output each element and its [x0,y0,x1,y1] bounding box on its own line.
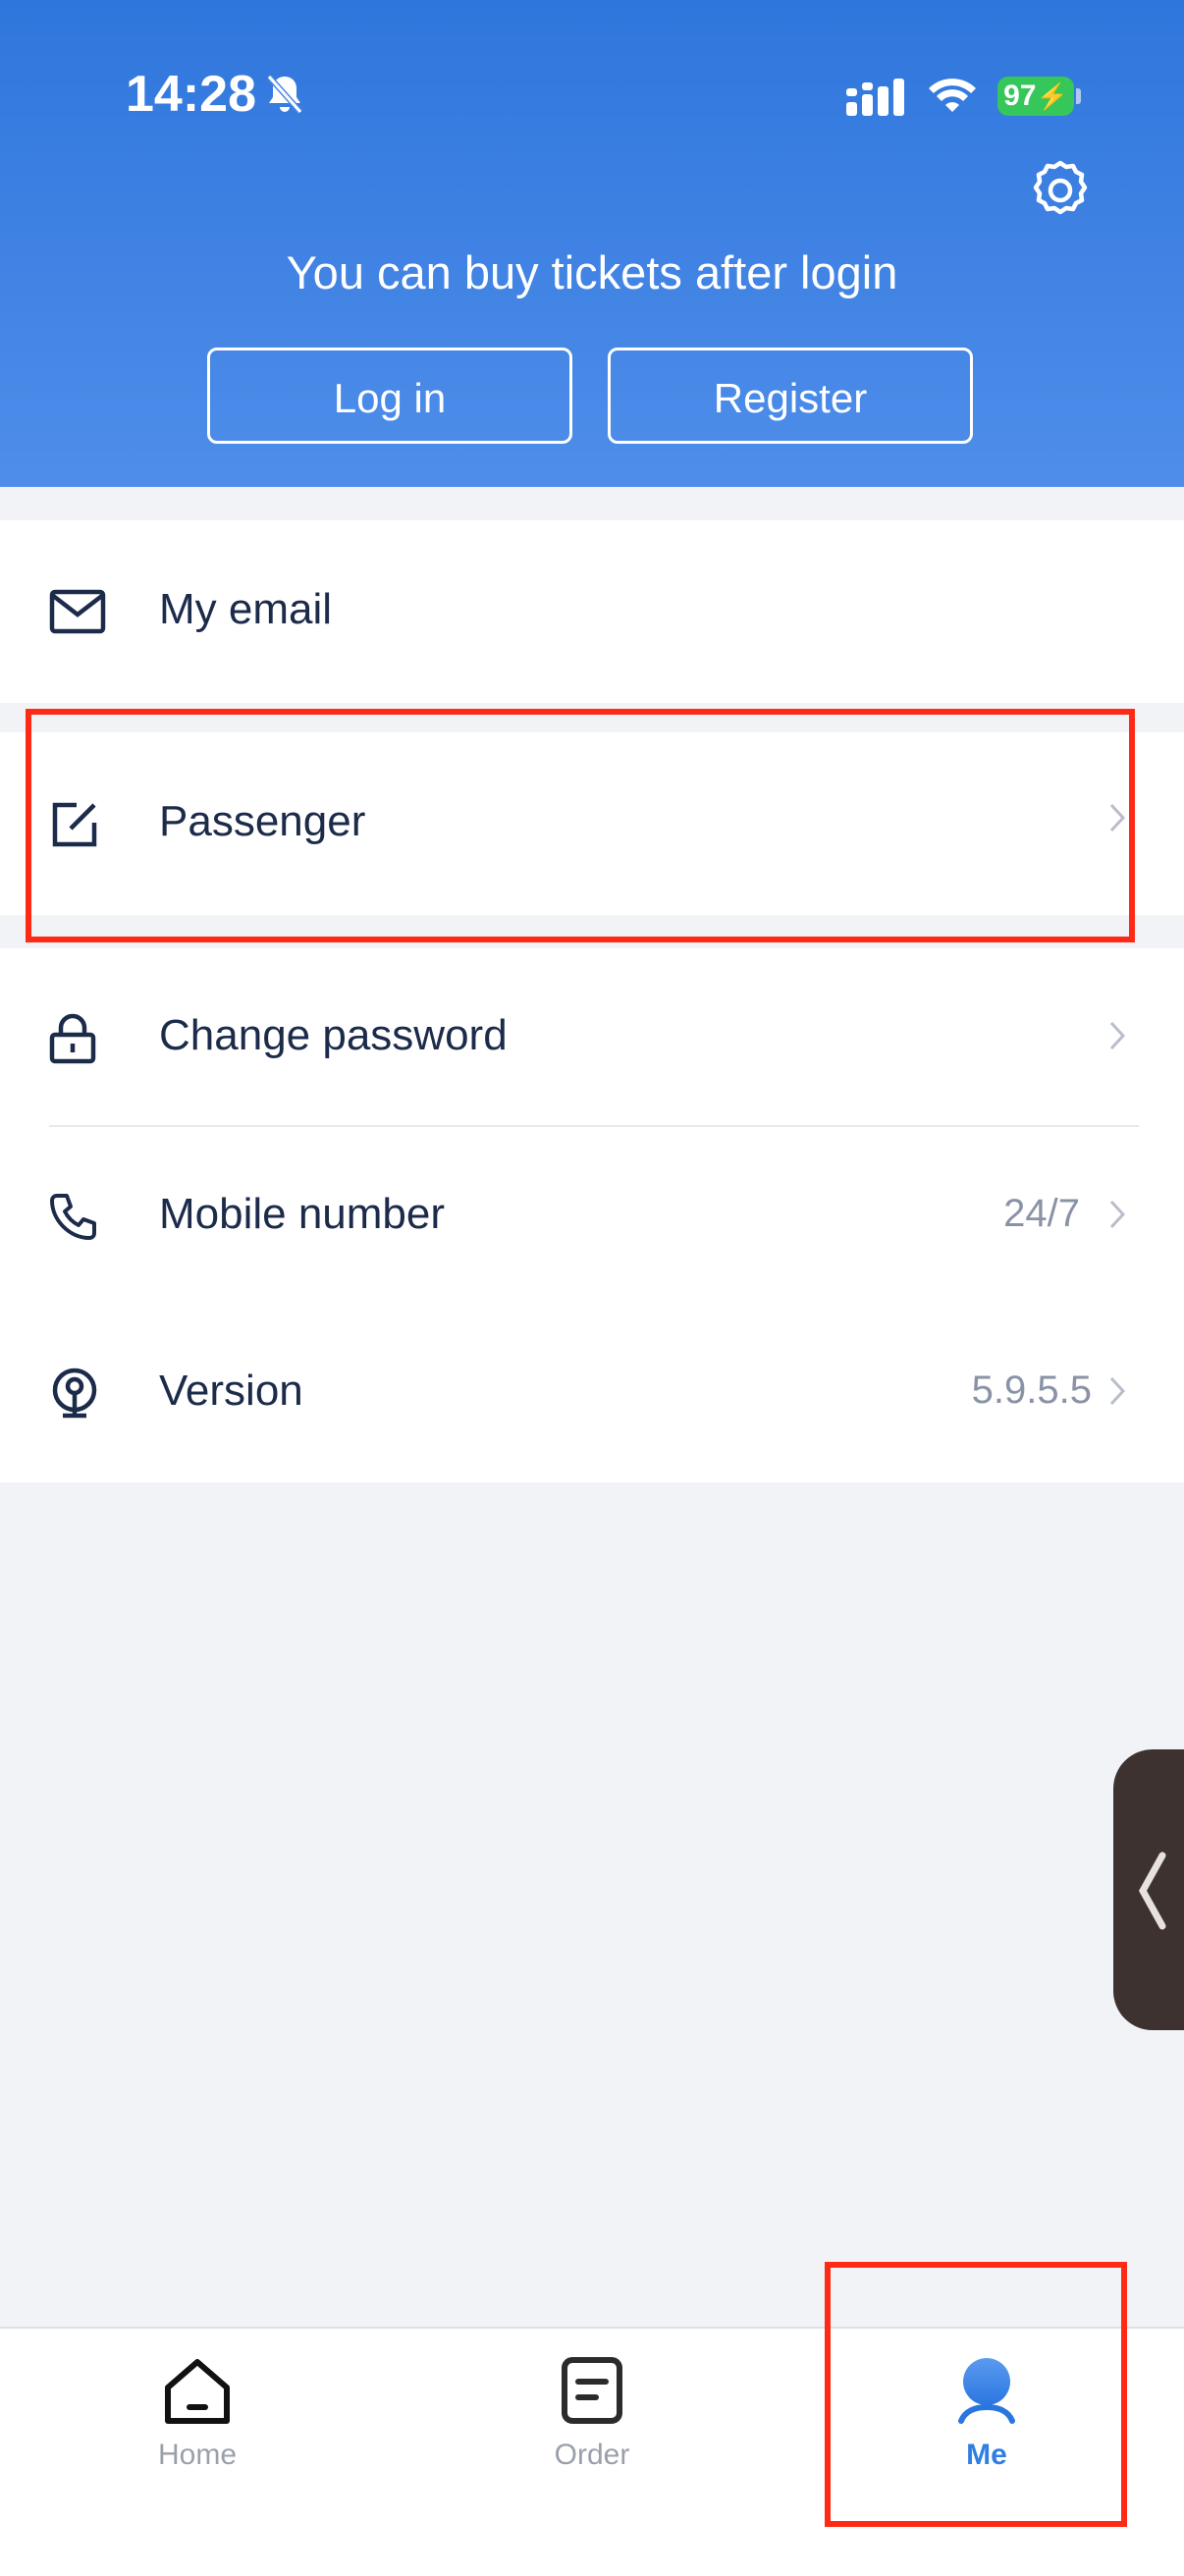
header: 14:28 97⚡ You can buy tickets after logi… [0,0,1184,487]
menu-item-change-password[interactable]: Change password [0,948,1184,1125]
phone-icon [49,1192,98,1246]
menu-item-version[interactable]: Version 5.9.5.5 [0,1304,1184,1482]
menu-item-label: Change password [159,1011,508,1059]
menu-item-value: 24/7 [1003,1192,1080,1235]
tab-home[interactable]: Home [0,2329,395,2576]
tab-label: Order [554,2439,630,2471]
menu-item-value: 5.9.5.5 [971,1368,1092,1412]
menu-item-label: My email [159,585,333,633]
battery-indicator: 97⚡ [997,77,1074,116]
battery-cap [1076,88,1081,104]
chevron-right-icon [1107,1198,1129,1236]
tab-order[interactable]: Order [395,2329,789,2576]
menu-item-label: Mobile number [159,1190,446,1238]
highlight-box-me-tab [825,2262,1127,2527]
status-time: 14:28 [126,66,256,123]
tab-label: Home [157,2439,238,2471]
lock-icon [49,1013,96,1069]
menu-group: Change password Mobile number 24/7 Versi… [0,948,1184,1482]
battery-level: 97 [1003,80,1037,112]
settings-gear-icon[interactable] [1027,157,1094,229]
order-icon [561,2356,623,2430]
login-hint-text: You can buy tickets after login [286,246,898,298]
menu-item-mobile-number[interactable]: Mobile number 24/7 [0,1127,1184,1304]
menu-item-my-email[interactable]: My email [0,520,1184,703]
chevron-right-icon [1107,1374,1129,1413]
wifi-icon [927,75,978,119]
chevron-right-icon [1107,1019,1129,1057]
register-button[interactable]: Register [608,348,973,444]
home-icon [162,2356,233,2430]
mail-icon [49,589,106,639]
chevron-left-icon [1135,1852,1168,1935]
login-button[interactable]: Log in [207,348,572,444]
menu-item-label: Version [159,1367,303,1415]
highlight-box-passenger [26,709,1135,942]
bell-muted-icon [265,73,304,121]
floating-side-handle[interactable] [1113,1749,1184,2030]
cellular-signal-icon [846,79,907,121]
train-logo-icon [49,1367,100,1424]
status-bar: 14:28 97⚡ [0,0,1184,196]
